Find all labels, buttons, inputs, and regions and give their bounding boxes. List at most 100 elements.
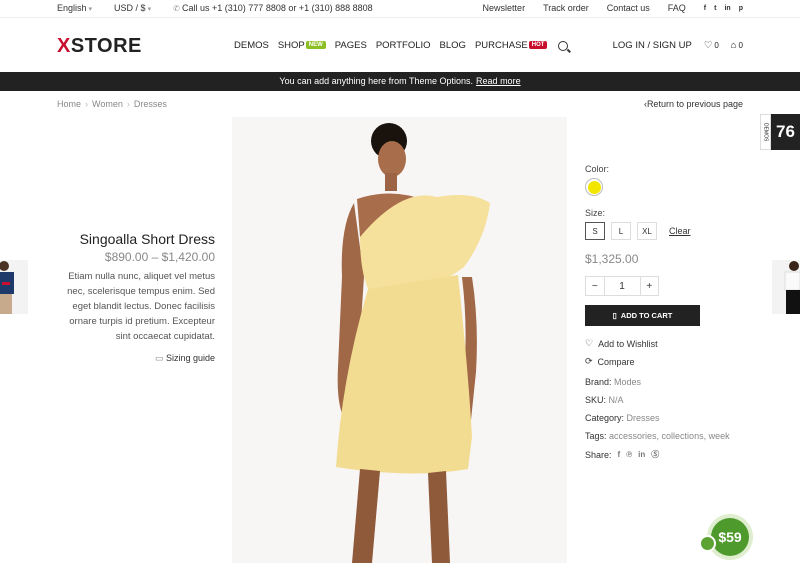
demos-tab-label: DEMOS: [760, 114, 771, 150]
main-nav: DEMOS SHOP NEW PAGES PORTFOLIO BLOG PURCH…: [234, 40, 569, 51]
clear-selection-link[interactable]: Clear: [669, 226, 691, 236]
tags-row: Tags: accessories, collections, week: [585, 431, 755, 441]
nav-purchase-label: PURCHASE: [474, 40, 528, 51]
linkedin-icon[interactable]: in: [724, 5, 730, 12]
breadcrumb-women[interactable]: Women: [92, 99, 123, 109]
newsletter-link[interactable]: Newsletter: [483, 3, 526, 13]
sizing-guide-label: Sizing guide: [165, 353, 215, 363]
wishlist-button[interactable]: ♡ 0: [704, 40, 719, 51]
prev-product-thumb[interactable]: [0, 260, 28, 314]
nav-purchase[interactable]: PURCHASE HOT: [474, 40, 548, 51]
track-order-link[interactable]: Track order: [543, 3, 589, 13]
quantity-input[interactable]: 1: [603, 277, 641, 295]
size-options: S L XL Clear: [585, 222, 755, 240]
category-label: Category:: [585, 413, 625, 423]
facebook-icon[interactable]: f: [618, 450, 621, 459]
category-row: Category: Dresses: [585, 413, 755, 423]
twitter-icon[interactable]: t: [714, 5, 716, 12]
wishlist-label: Add to Wishlist: [598, 338, 658, 349]
social-links: f t in p: [704, 5, 743, 12]
cart-button[interactable]: ⌂ 0: [731, 40, 743, 51]
login-signup-link[interactable]: LOG IN / SIGN UP: [613, 40, 692, 51]
logo[interactable]: XSTORE: [57, 35, 142, 58]
size-option-s[interactable]: S: [585, 222, 605, 240]
next-product-thumb[interactable]: [772, 260, 800, 314]
nav-shop-label: SHOP: [277, 40, 305, 51]
demos-tab-count: 76: [771, 114, 800, 150]
facebook-icon[interactable]: f: [704, 5, 706, 12]
tags-links[interactable]: accessories, collections, week: [609, 431, 730, 441]
product-description: Etiam nulla nunc, aliquet vel metus nec,…: [67, 271, 215, 342]
contact-us-link[interactable]: Contact us: [607, 3, 650, 13]
size-option-xl[interactable]: XL: [637, 222, 657, 240]
skype-icon[interactable]: Ⓢ: [651, 449, 659, 460]
hot-badge: HOT: [528, 41, 548, 49]
wishlist-count: 0: [714, 41, 719, 50]
brand-label: Brand:: [585, 377, 612, 387]
purchase-float-badge[interactable]: $59: [699, 513, 751, 557]
site-header: XSTORE DEMOS SHOP NEW PAGES PORTFOLIO BLO…: [0, 19, 800, 72]
language-label: English: [57, 3, 87, 13]
add-to-wishlist-link[interactable]: ♡ Add to Wishlist: [585, 338, 755, 349]
color-swatch-yellow[interactable]: [585, 178, 603, 196]
faq-link[interactable]: FAQ: [668, 3, 686, 13]
cart-count: 0: [738, 41, 743, 50]
shopping-bag-icon: ⌂: [730, 40, 737, 51]
header-actions: LOG IN / SIGN UP ♡ 0 ⌂ 0: [613, 40, 743, 51]
sku-label: SKU:: [585, 395, 607, 405]
read-more-link[interactable]: Read more: [476, 76, 521, 86]
chevron-down-icon: ▾: [88, 6, 93, 13]
phone-icon: ✆: [173, 4, 183, 13]
category-link[interactable]: Dresses: [627, 413, 660, 423]
language-selector[interactable]: English ▾: [57, 3, 92, 13]
size-label: Size:: [585, 208, 606, 218]
color-label: Color:: [585, 164, 610, 174]
size-option-l[interactable]: L: [611, 222, 631, 240]
compare-icon: ⟳: [585, 356, 593, 366]
logo-text: STORE: [70, 35, 142, 57]
prev-product-image: [0, 260, 28, 314]
top-bar-right: Newsletter Track order Contact us FAQ f …: [483, 3, 743, 13]
return-link-label: Return to previous page: [646, 99, 743, 109]
product-title: Singoalla Short Dress: [79, 231, 215, 247]
sizing-guide-link[interactable]: ▭ Sizing guide: [60, 353, 215, 364]
nav-pages[interactable]: PAGES: [335, 40, 367, 51]
product-options: Color: Size: S L XL Clear $1,325.00 − 1 …: [585, 164, 755, 460]
heart-icon: ♡: [703, 40, 713, 51]
model-dress-illustration: [232, 117, 567, 563]
top-bar: English ▾ USD / $ ▾ ✆ Call us +1 (310) 777…: [0, 0, 800, 18]
promo-text: You can add anything here from Theme Opt…: [279, 76, 474, 86]
add-to-cart-label: ADD TO CART: [620, 311, 673, 320]
breadcrumb-current: Dresses: [133, 99, 167, 109]
quantity-increase-button[interactable]: +: [641, 277, 659, 295]
product-image[interactable]: [232, 117, 567, 563]
nav-portfolio[interactable]: PORTFOLIO: [376, 40, 431, 51]
linkedin-icon[interactable]: in: [638, 450, 645, 459]
ruler-icon: ▭: [154, 353, 166, 363]
cart-icon: ▯: [612, 311, 617, 320]
nav-blog[interactable]: BLOG: [440, 40, 466, 51]
purchase-price-badge: $59: [711, 518, 749, 556]
demos-tab[interactable]: DEMOS 76: [760, 114, 800, 150]
brand-link[interactable]: Modes: [614, 377, 641, 387]
currency-label: USD / $: [114, 3, 146, 13]
heart-icon: ♡: [585, 338, 594, 348]
share-row: Share: f ℗ in Ⓢ: [585, 449, 755, 460]
breadcrumb-separator: ›: [126, 99, 130, 109]
brand-row: Brand: Modes: [585, 377, 755, 387]
next-product-image: [772, 260, 800, 314]
new-badge: NEW: [305, 41, 326, 49]
compare-link[interactable]: ⟳ Compare: [585, 356, 755, 367]
nav-demos[interactable]: DEMOS: [234, 40, 269, 51]
currency-selector[interactable]: USD / $ ▾: [114, 3, 151, 13]
search-icon[interactable]: [558, 40, 569, 51]
return-link[interactable]: ‹Return to previous page: [644, 99, 743, 109]
top-bar-left: English ▾ USD / $ ▾ ✆ Call us +1 (310) 777…: [57, 3, 373, 13]
share-label: Share:: [585, 449, 612, 460]
pinterest-icon[interactable]: p: [739, 5, 743, 12]
pinterest-icon[interactable]: ℗: [626, 450, 632, 459]
breadcrumb-home[interactable]: Home: [57, 99, 81, 109]
nav-shop[interactable]: SHOP NEW: [278, 40, 326, 51]
add-to-cart-button[interactable]: ▯ ADD TO CART: [585, 305, 700, 326]
quantity-decrease-button[interactable]: −: [586, 277, 604, 295]
